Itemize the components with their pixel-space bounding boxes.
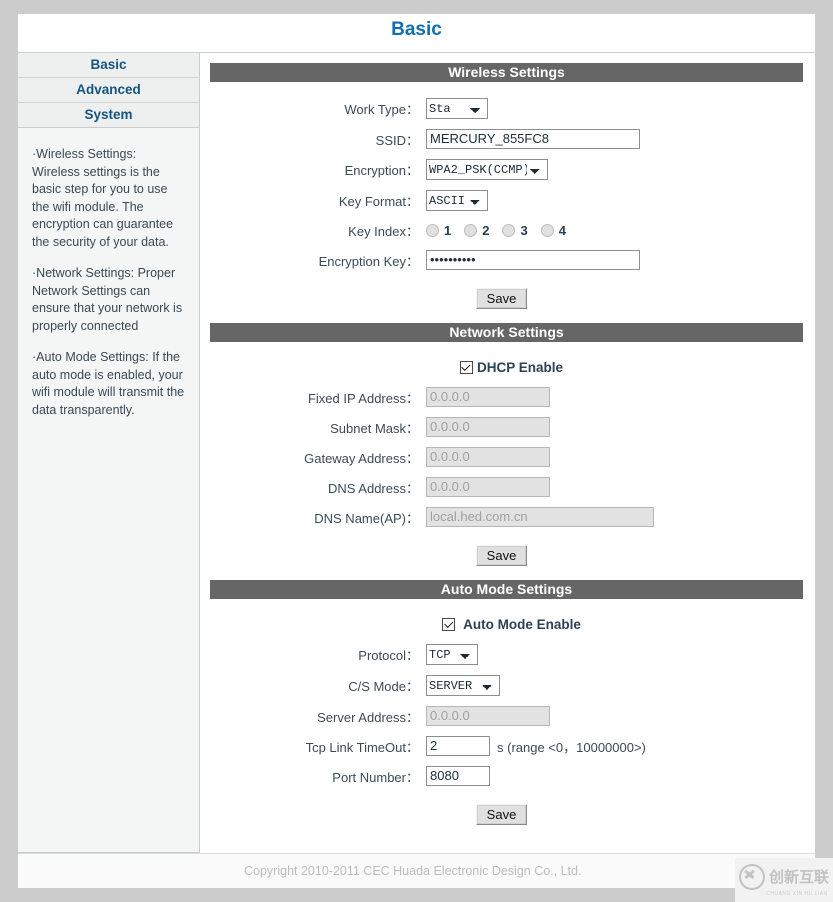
label-server-address: Server Address： [317,709,419,725]
title-bar: Basic [18,14,815,53]
sidebar-nav: Basic Advanced System [18,53,199,128]
key-index-radio-4[interactable]: 4 [540,223,573,238]
encryption-key-input[interactable] [426,250,640,270]
label-subnet-mask: Subnet Mask： [330,420,419,436]
circled-x-icon [738,863,765,890]
section-body-auto-mode: Auto Mode Enable Protocol： TCP C/S Mode：… [210,599,803,839]
key-index-radio-group: 1 2 3 4 [426,223,579,238]
row-encryption-key: Encryption Key： [210,250,803,270]
row-protocol: Protocol： TCP [210,644,803,665]
watermark-pinyin-text: CHUANG XIN HU LIAN [766,890,828,897]
key-format-select[interactable]: ASCII [426,190,488,211]
ssid-input[interactable] [426,129,640,149]
page-title: Basic [391,19,442,40]
label-fixed-ip: Fixed IP Address： [307,390,419,406]
row-tcp-timeout: Tcp Link TimeOut： s (range <0，10000000>) [210,736,803,756]
help-paragraph-auto-mode: ·Auto Mode Settings: If the auto mode is… [32,350,185,417]
radio-dot-icon [502,224,516,237]
radio-dot-icon [426,224,439,237]
row-work-type: Work Type： Sta [210,98,803,119]
network-save-button[interactable]: Save [475,545,528,566]
sidebar-help: ·Wireless Settings: Wireless settings is… [18,128,199,853]
watermark-logo: 创新互联 CHUANG XIN HU LIAN [735,858,833,902]
label-ssid: SSID： [375,132,419,148]
sidebar-item-advanced[interactable]: Advanced [18,78,199,103]
label-work-type: Work Type： [344,102,419,117]
footer-copyright: Copyright 2010-2011 CEC Huada Electronic… [244,864,582,878]
row-key-index: Key Index： 1 2 3 4 [210,221,803,240]
section-header-auto-mode: Auto Mode Settings [210,580,803,599]
network-save-row: Save [210,537,803,570]
help-paragraph-wireless: ·Wireless Settings: Wireless settings is… [32,147,174,249]
auto-mode-save-row: Save [210,796,803,829]
label-encryption: Encryption： [344,163,419,178]
section-header-network: Network Settings [210,323,803,342]
help-paragraph-network: ·Network Settings: Proper Network Settin… [32,266,183,333]
server-address-input[interactable] [426,706,550,726]
watermark-cn-text: 创新互联 [768,867,829,886]
main-content: Wireless Settings Work Type： Sta SSID： M… [200,53,815,853]
section-body-wireless: Work Type： Sta SSID： Encryption： [210,82,803,323]
row-auto-mode-enable: Auto Mode Enable [210,617,803,632]
row-dns-name: DNS Name(AP)： [210,507,803,527]
wireless-save-row: Save [210,280,803,313]
radio-dot-icon [464,224,478,237]
row-key-format: Key Format： ASCII [210,190,803,211]
label-key-format: Key Format： [338,194,419,209]
label-encryption-key: Encryption Key： [318,253,419,269]
body-split: Basic Advanced System ·Wireless Settings… [18,53,815,853]
encryption-select[interactable]: WPA2_PSK(CCMP) [426,159,548,180]
label-port-number: Port Number： [332,769,419,785]
dns-name-input[interactable] [426,507,654,527]
key-index-radio-label-4: 4 [558,223,566,238]
label-key-index: Key Index： [348,224,419,239]
port-number-input[interactable] [426,766,490,786]
tcp-timeout-input[interactable] [426,736,490,756]
sidebar: Basic Advanced System ·Wireless Settings… [18,53,200,853]
protocol-select[interactable]: TCP [426,644,478,665]
wireless-save-button[interactable]: Save [475,288,528,309]
row-cs-mode: C/S Mode： SERVER [210,675,803,696]
label-dns-address: DNS Address： [327,480,419,496]
label-tcp-timeout: Tcp Link TimeOut： [305,739,419,755]
key-index-radio-label-2: 2 [482,223,490,238]
work-type-select[interactable]: Sta [426,98,488,119]
row-dhcp-enable: DHCP Enable [210,360,803,375]
auto-mode-save-button[interactable]: Save [475,804,528,825]
section-body-network: DHCP Enable Fixed IP Address： Subnet Mas… [210,342,803,580]
page-container: Basic Basic Advanced System ·Wireless Se… [18,14,815,888]
key-index-radio-3[interactable]: 3 [502,223,534,238]
dhcp-enable-checkbox[interactable] [459,361,473,374]
label-protocol: Protocol： [358,648,419,663]
subnet-mask-input[interactable] [426,417,550,437]
cs-mode-select[interactable]: SERVER [426,675,500,696]
sidebar-item-system[interactable]: System [18,103,199,127]
label-dns-name: DNS Name(AP)： [314,510,419,526]
key-index-radio-label-1: 1 [444,223,452,238]
dns-address-input[interactable] [426,477,550,497]
tcp-timeout-hint: s (range <0，10000000>) [497,739,646,755]
radio-dot-icon [540,224,554,237]
row-port-number: Port Number： [210,766,803,786]
section-header-wireless: Wireless Settings [210,63,803,82]
label-gateway-address: Gateway Address： [304,450,419,466]
row-ssid: SSID： [210,129,803,149]
key-index-radio-2[interactable]: 2 [464,223,496,238]
key-index-radio-label-3: 3 [520,223,528,238]
sidebar-item-basic[interactable]: Basic [18,53,199,78]
key-index-radio-1[interactable]: 1 [426,223,458,238]
auto-mode-enable-label: Auto Mode Enable [463,617,581,632]
row-gateway-address: Gateway Address： [210,447,803,467]
row-dns-address: DNS Address： [210,477,803,497]
row-encryption: Encryption： WPA2_PSK(CCMP) [210,159,803,180]
fixed-ip-input[interactable] [426,387,550,407]
row-server-address: Server Address： [210,706,803,726]
dhcp-enable-label: DHCP Enable [476,360,564,375]
label-cs-mode: C/S Mode： [348,679,419,694]
row-fixed-ip: Fixed IP Address： [210,387,803,407]
auto-mode-enable-checkbox[interactable] [442,618,456,631]
row-subnet-mask: Subnet Mask： [210,417,803,437]
gateway-address-input[interactable] [426,447,550,467]
footer: Copyright 2010-2011 CEC Huada Electronic… [18,853,815,888]
